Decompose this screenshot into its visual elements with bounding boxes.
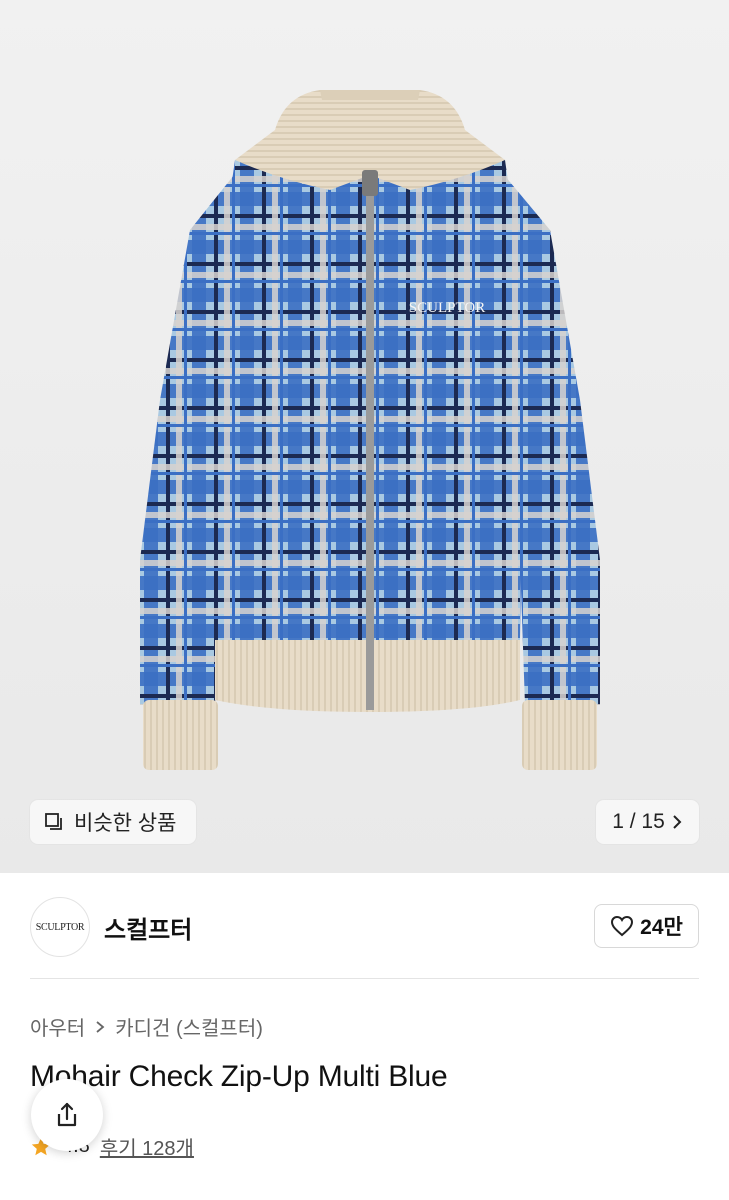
- cardigan-image: SCULPTOR: [140, 90, 600, 770]
- similar-products-button[interactable]: 비슷한 상품: [30, 800, 196, 844]
- brand-row: SCULPTOR 스컬프터 24만: [30, 896, 699, 958]
- like-count: 24만: [640, 916, 683, 939]
- brand-logo-text: SCULPTOR: [35, 921, 85, 933]
- like-button[interactable]: 24만: [594, 904, 699, 948]
- brand-name[interactable]: 스컬프터: [104, 910, 192, 945]
- image-counter-button[interactable]: 1 / 15: [596, 800, 699, 844]
- chevron-right-icon: [96, 1020, 105, 1033]
- similar-products-label: 비슷한 상품: [74, 812, 177, 835]
- breadcrumb-subcategory[interactable]: 카디건 (스컬프터): [115, 1012, 263, 1041]
- breadcrumb: 아우터 카디건 (스컬프터): [30, 1012, 263, 1041]
- similar-items-icon: [45, 813, 62, 830]
- share-button[interactable]: [31, 1079, 103, 1151]
- embroidered-logo: SCULPTOR: [409, 300, 485, 316]
- brand-logo[interactable]: SCULPTOR: [30, 897, 90, 957]
- breadcrumb-category[interactable]: 아우터: [30, 1012, 85, 1041]
- product-image-gallery[interactable]: SCULPTOR 비슷한 상품 1 / 15: [0, 0, 729, 873]
- reviews-link[interactable]: 후기 128개: [100, 1132, 194, 1161]
- chevron-right-icon: [673, 815, 682, 829]
- heart-icon: [611, 915, 634, 937]
- image-counter: 1 / 15: [612, 810, 665, 833]
- share-icon: [57, 1102, 77, 1127]
- divider: [30, 978, 699, 979]
